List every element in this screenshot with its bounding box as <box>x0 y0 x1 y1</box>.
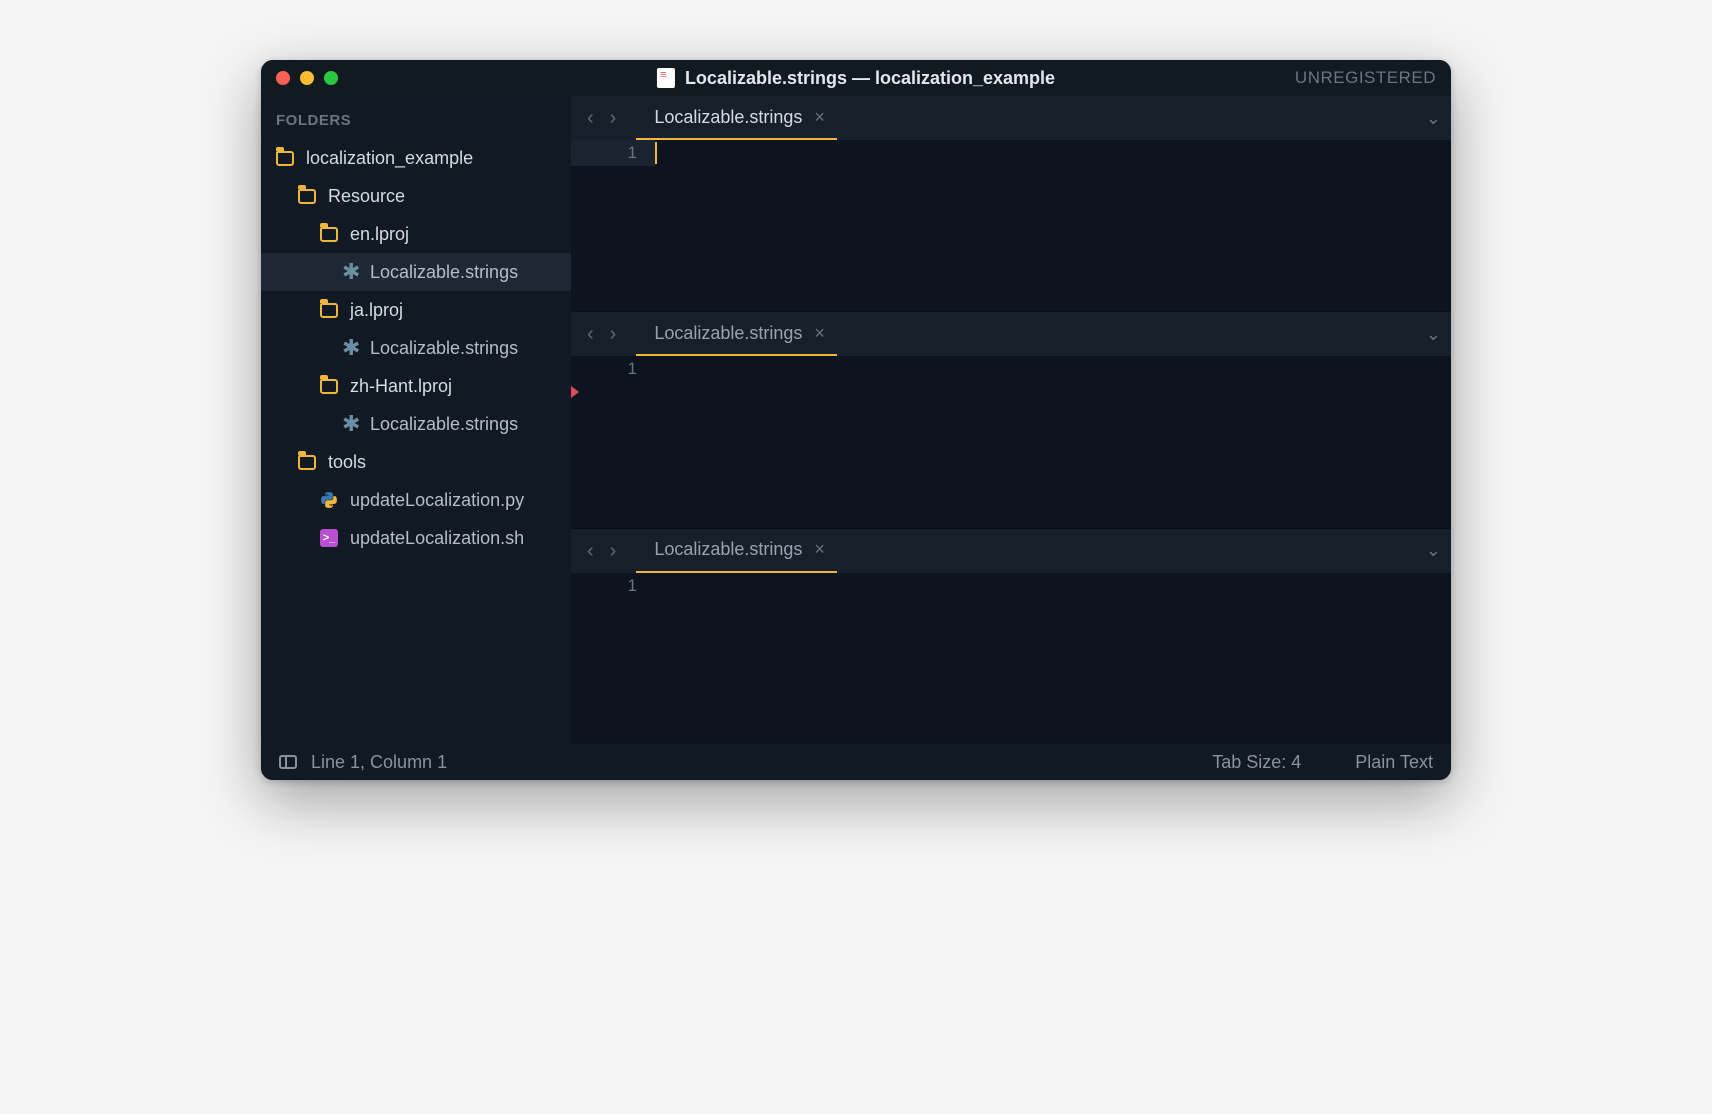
chevron-down-icon[interactable]: ⌄ <box>1426 540 1441 561</box>
nav-back-icon[interactable]: ‹ <box>581 324 600 344</box>
tab-label: Localizable.strings <box>654 539 802 560</box>
tree-item-file-py[interactable]: updateLocalization.py <box>261 481 571 519</box>
tree-item-label: zh-Hant.lproj <box>350 376 452 397</box>
minimize-window-button[interactable] <box>300 71 314 85</box>
tree-item-folder[interactable]: localization_example <box>261 139 571 177</box>
asterisk-icon: ✱ <box>342 261 358 283</box>
registration-status[interactable]: UNREGISTERED <box>1295 68 1436 88</box>
sidebar-section-header: FOLDERS <box>261 104 571 139</box>
asterisk-icon: ✱ <box>342 413 358 435</box>
tree-item-folder[interactable]: tools <box>261 443 571 481</box>
editor-window: Localizable.strings — localization_examp… <box>261 60 1451 780</box>
tree-item-label: Localizable.strings <box>370 262 518 283</box>
tree-item-label: Resource <box>328 186 405 207</box>
nav-forward-icon[interactable]: › <box>604 108 623 128</box>
tree-item-label: tools <box>328 452 366 473</box>
folder-icon <box>298 455 316 470</box>
panel-icon[interactable] <box>279 755 297 769</box>
line-number: 1 <box>571 356 655 382</box>
zoom-window-button[interactable] <box>324 71 338 85</box>
tab-label: Localizable.strings <box>654 107 802 128</box>
tree-item-label: updateLocalization.py <box>350 490 524 511</box>
nav-back-icon[interactable]: ‹ <box>581 108 600 128</box>
tab-label: Localizable.strings <box>654 323 802 344</box>
editor-line[interactable]: 1 <box>571 356 1451 382</box>
tree-item-label: localization_example <box>306 148 473 169</box>
tab-bar[interactable]: ‹ › Localizable.strings × ⌄ <box>571 529 1451 573</box>
tree-item-label: ja.lproj <box>350 300 403 321</box>
editor-pane-2[interactable]: ‹ › Localizable.strings × ⌄ 1 <box>571 529 1451 744</box>
tree-item-folder[interactable]: Resource <box>261 177 571 215</box>
title-center: Localizable.strings — localization_examp… <box>657 68 1055 89</box>
tab-bar[interactable]: ‹ › Localizable.strings × ⌄ <box>571 312 1451 356</box>
tree-item-label: Localizable.strings <box>370 338 518 359</box>
asterisk-icon: ✱ <box>342 337 358 359</box>
tab[interactable]: Localizable.strings × <box>636 529 837 573</box>
editor-line[interactable]: 1 <box>571 573 1451 599</box>
editor-pane-0[interactable]: ‹ › Localizable.strings × ⌄ 1 <box>571 96 1451 312</box>
status-bar[interactable]: Line 1, Column 1 Tab Size: 4 Plain Text <box>261 744 1451 780</box>
cursor-position[interactable]: Line 1, Column 1 <box>311 752 447 773</box>
tree-item-file-sh[interactable]: >_ updateLocalization.sh <box>261 519 571 557</box>
tree-item-file-strings[interactable]: ✱ Localizable.strings <box>261 253 571 291</box>
editor-pane-1[interactable]: ‹ › Localizable.strings × ⌄ 1 <box>571 312 1451 528</box>
tree-item-folder[interactable]: ja.lproj <box>261 291 571 329</box>
chevron-down-icon[interactable]: ⌄ <box>1426 324 1441 345</box>
folder-icon <box>276 151 294 166</box>
tree-item-folder[interactable]: en.lproj <box>261 215 571 253</box>
close-icon[interactable]: × <box>814 323 825 344</box>
tree-item-file-strings[interactable]: ✱ Localizable.strings <box>261 329 571 367</box>
sidebar[interactable]: FOLDERS localization_example Resource en.l… <box>261 96 571 744</box>
close-icon[interactable]: × <box>814 539 825 560</box>
folder-icon <box>320 303 338 318</box>
tab[interactable]: Localizable.strings × <box>636 96 837 140</box>
titlebar[interactable]: Localizable.strings — localization_examp… <box>261 60 1451 96</box>
shell-icon: >_ <box>320 529 338 547</box>
close-icon[interactable]: × <box>814 107 825 128</box>
folder-icon <box>320 227 338 242</box>
nav-back-icon[interactable]: ‹ <box>581 541 600 561</box>
tab-size-indicator[interactable]: Tab Size: 4 <box>1212 752 1301 773</box>
chevron-down-icon[interactable]: ⌄ <box>1426 108 1441 129</box>
text-cursor <box>655 142 657 164</box>
python-icon <box>320 491 338 509</box>
line-number: 1 <box>571 573 655 599</box>
nav-forward-icon[interactable]: › <box>604 541 623 561</box>
tree-item-label: Localizable.strings <box>370 414 518 435</box>
editor-group: ‹ › Localizable.strings × ⌄ 1 ‹ › <box>571 96 1451 744</box>
tree-item-folder[interactable]: zh-Hant.lproj <box>261 367 571 405</box>
close-window-button[interactable] <box>276 71 290 85</box>
editor-line[interactable]: 1 <box>571 140 1451 166</box>
file-tree: localization_example Resource en.lproj ✱ Loc… <box>261 139 571 557</box>
tree-item-label: en.lproj <box>350 224 409 245</box>
window-title: Localizable.strings — localization_examp… <box>685 68 1055 89</box>
file-icon <box>657 68 675 88</box>
window-controls <box>276 71 338 85</box>
folder-icon <box>298 189 316 204</box>
tree-item-label: updateLocalization.sh <box>350 528 524 549</box>
tab[interactable]: Localizable.strings × <box>636 312 837 356</box>
line-number: 1 <box>571 140 655 166</box>
fold-marker-icon[interactable] <box>571 386 579 398</box>
body-area: FOLDERS localization_example Resource en.l… <box>261 96 1451 744</box>
nav-forward-icon[interactable]: › <box>604 324 623 344</box>
folder-icon <box>320 379 338 394</box>
tab-bar[interactable]: ‹ › Localizable.strings × ⌄ <box>571 96 1451 140</box>
tree-item-file-strings[interactable]: ✱ Localizable.strings <box>261 405 571 443</box>
syntax-indicator[interactable]: Plain Text <box>1355 752 1433 773</box>
